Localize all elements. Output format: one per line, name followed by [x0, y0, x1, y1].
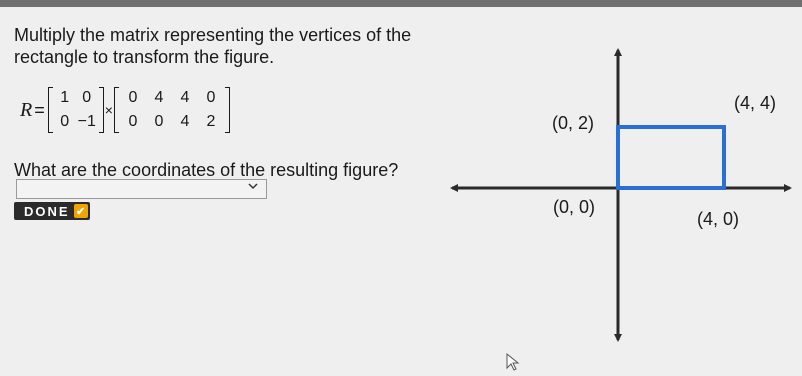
vertex-label: (4, 0) [697, 209, 740, 229]
vertex-label: (0, 0) [553, 197, 596, 217]
vertex-label: (0, 2) [552, 113, 595, 133]
vertex-label: (4, 4) [734, 93, 777, 113]
cursor-icon [506, 352, 520, 371]
original-rectangle [616, 125, 726, 190]
coordinate-graph [450, 48, 792, 371]
